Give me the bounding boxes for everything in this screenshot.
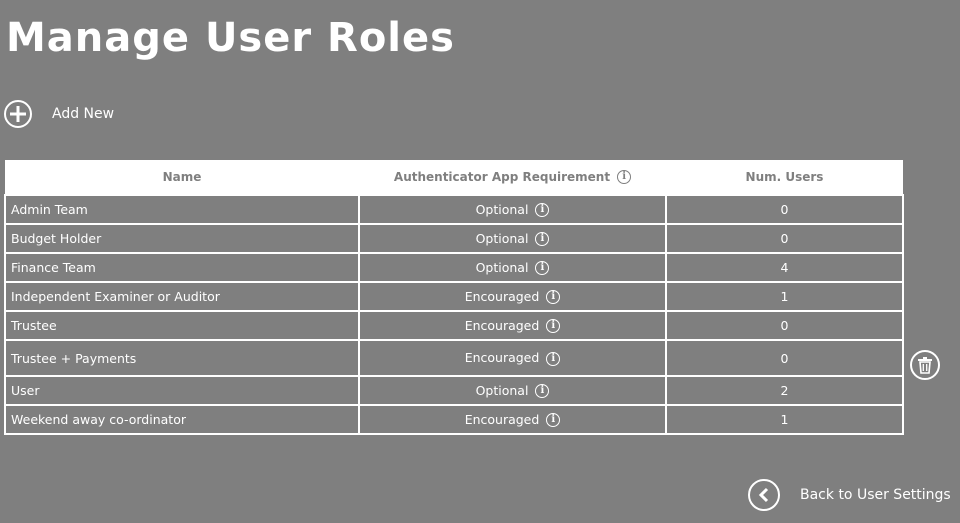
requirement-value: Optional <box>475 259 529 275</box>
num-users: 0 <box>665 310 904 341</box>
requirement-cell: Optional i <box>358 252 667 283</box>
role-name[interactable]: Budget Holder <box>4 223 360 254</box>
requirement-cell: Encouraged i <box>358 281 667 312</box>
table-row[interactable]: Weekend away co-ordinator Encouraged i 1 <box>4 404 904 435</box>
requirement-value: Encouraged <box>464 317 540 333</box>
table-row[interactable]: Budget Holder Optional i 0 <box>4 223 904 254</box>
info-icon[interactable]: i <box>617 170 632 185</box>
requirement-value: Optional <box>475 382 529 398</box>
role-name[interactable]: Admin Team <box>4 194 360 225</box>
num-users: 0 <box>665 223 904 254</box>
requirement-value: Optional <box>475 230 529 246</box>
num-users: 0 <box>665 339 904 377</box>
num-users: 1 <box>665 404 904 435</box>
table-header-row: Name Authenticator App Requirement i Num.… <box>5 160 903 195</box>
info-icon[interactable]: i <box>546 351 561 366</box>
requirement-cell: Optional i <box>358 223 667 254</box>
requirement-cell: Encouraged i <box>358 404 667 435</box>
num-users: 4 <box>665 252 904 283</box>
add-new-label[interactable]: Add New <box>52 106 114 122</box>
requirement-value: Encouraged <box>464 350 540 366</box>
requirement-value: Optional <box>475 201 529 217</box>
column-header-num-users[interactable]: Num. Users <box>666 160 903 195</box>
role-name[interactable]: Weekend away co-ordinator <box>4 404 360 435</box>
table-row-selected[interactable]: Trustee + Payments Encouraged i 0 <box>4 339 904 377</box>
requirement-cell: Optional i <box>358 375 667 406</box>
requirement-value: Encouraged <box>464 288 540 304</box>
requirement-cell: Optional i <box>358 194 667 225</box>
info-icon[interactable]: i <box>546 413 561 428</box>
table-row[interactable]: Trustee Encouraged i 0 <box>4 310 904 341</box>
info-icon[interactable]: i <box>535 232 550 247</box>
delete-role-button[interactable] <box>910 350 940 380</box>
role-name[interactable]: Independent Examiner or Auditor <box>4 281 360 312</box>
table-row[interactable]: Independent Examiner or Auditor Encourag… <box>4 281 904 312</box>
num-users: 2 <box>665 375 904 406</box>
back-to-user-settings-link[interactable]: Back to User Settings <box>748 479 951 511</box>
plus-circle-icon[interactable] <box>4 100 32 128</box>
requirement-header-label: Authenticator App Requirement <box>393 169 611 184</box>
role-name[interactable]: Trustee + Payments <box>4 339 360 377</box>
chevron-left-icon[interactable] <box>748 479 780 511</box>
roles-table: Name Authenticator App Requirement i Num.… <box>4 160 904 435</box>
info-icon[interactable]: i <box>546 290 561 305</box>
role-name[interactable]: User <box>4 375 360 406</box>
requirement-value: Encouraged <box>464 411 540 427</box>
info-icon[interactable]: i <box>535 203 550 218</box>
num-users: 0 <box>665 194 904 225</box>
page-title: Manage User Roles <box>6 15 455 61</box>
column-header-requirement[interactable]: Authenticator App Requirement i <box>359 160 666 195</box>
table-row[interactable]: Admin Team Optional i 0 <box>4 194 904 225</box>
table-row[interactable]: Finance Team Optional i 4 <box>4 252 904 283</box>
back-label[interactable]: Back to User Settings <box>800 487 951 503</box>
column-header-name[interactable]: Name <box>5 160 359 195</box>
role-name[interactable]: Trustee <box>4 310 360 341</box>
add-new-button[interactable]: Add New <box>4 100 114 128</box>
info-icon[interactable]: i <box>546 319 561 334</box>
requirement-cell: Encouraged i <box>358 339 667 377</box>
role-name[interactable]: Finance Team <box>4 252 360 283</box>
trash-icon <box>918 357 932 374</box>
info-icon[interactable]: i <box>535 261 550 276</box>
requirement-cell: Encouraged i <box>358 310 667 341</box>
table-row[interactable]: User Optional i 2 <box>4 375 904 406</box>
info-icon[interactable]: i <box>535 384 550 399</box>
num-users: 1 <box>665 281 904 312</box>
